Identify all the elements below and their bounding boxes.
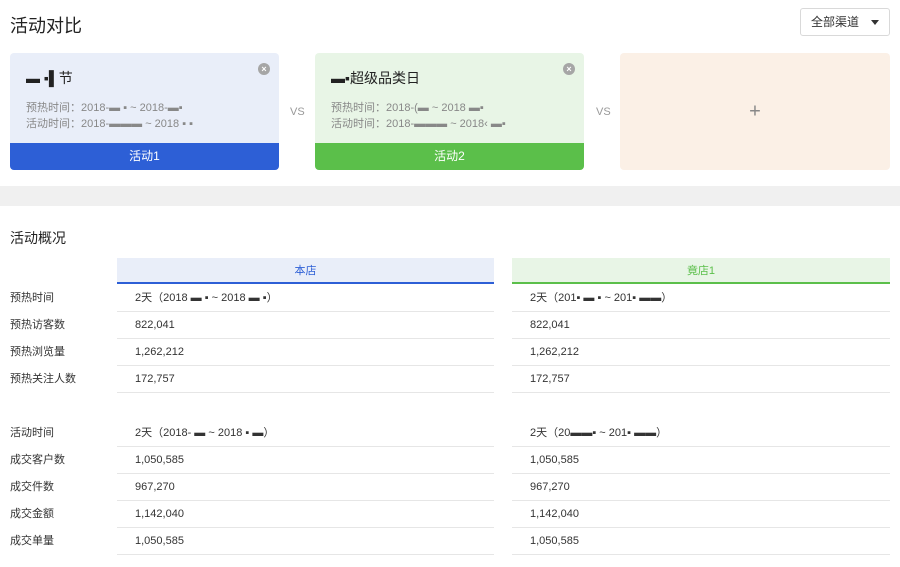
table-cell: 967,270 (512, 474, 890, 501)
column-header-competitor: 竟店1 (512, 258, 890, 284)
row-label: 预热关注人数 (10, 373, 76, 385)
column-header-own-store: 本店 (117, 258, 494, 284)
row-label: 预热浏览量 (10, 346, 65, 358)
activity-card-1[interactable]: ▬ ▪▌节 × 预热时间：2018-▬ ▪ ~ 2018-▬▪ 活动时间：201… (10, 53, 279, 170)
page-title: 活动对比 (10, 16, 82, 36)
activity-time: 活动时间：2018-▬▬▬ ~ 2018 ▪ ▪ (26, 118, 194, 130)
activity-name: ▬▪超级品类日 (331, 70, 420, 86)
section-divider (0, 186, 900, 206)
vs-label: VS (290, 106, 305, 118)
channel-select-value: 全部渠道 (811, 15, 860, 29)
activity-card-footer: 活动1 (10, 143, 279, 170)
table-cell: 1,262,212 (117, 339, 494, 366)
activity-name: ▬ ▪▌节 (26, 70, 73, 86)
row-label: 成交单量 (10, 535, 54, 547)
plus-icon: + (749, 100, 761, 122)
row-label: 预热访客数 (10, 319, 65, 331)
table-cell: 1,262,212 (512, 339, 890, 366)
row-label: 活动时间 (10, 427, 54, 439)
vs-label: VS (596, 106, 611, 118)
close-icon[interactable]: × (563, 63, 575, 75)
row-label: 成交客户数 (10, 454, 65, 466)
table-cell: 1,142,040 (512, 501, 890, 528)
row-label: 成交件数 (10, 481, 54, 493)
table-cell: 1,050,585 (512, 528, 890, 555)
table-cell: 967,270 (117, 474, 494, 501)
chevron-down-icon (871, 20, 879, 25)
row-label: 成交金额 (10, 508, 54, 520)
close-icon[interactable]: × (258, 63, 270, 75)
table-cell: 1,142,040 (117, 501, 494, 528)
section-title: 活动概况 (10, 230, 66, 246)
table-cell: 822,041 (117, 312, 494, 339)
activity-card-2[interactable]: ▬▪超级品类日 × 预热时间：2018-(▬ ~ 2018 ▬▪ 活动时间：20… (315, 53, 584, 170)
table-cell: 2天（201▪ ▬ ▪ ~ 201▪ ▬▬） (512, 285, 890, 312)
table-cell: 2天（2018 ▬ ▪ ~ 2018 ▬ ▪） (117, 285, 494, 312)
table-cell: 1,050,585 (117, 528, 494, 555)
activity-card-footer: 活动2 (315, 143, 584, 170)
table-cell: 2天（20▬▬▪ ~ 201▪ ▬▬） (512, 420, 890, 447)
add-activity-card[interactable]: + (620, 53, 890, 170)
table-cell: 1,050,585 (512, 447, 890, 474)
row-label: 预热时间 (10, 292, 54, 304)
preheat-time: 预热时间：2018-▬ ▪ ~ 2018-▬▪ (26, 102, 183, 114)
table-cell: 2天（2018- ▬ ~ 2018 ▪ ▬） (117, 420, 494, 447)
preheat-time: 预热时间：2018-(▬ ~ 2018 ▬▪ (331, 102, 484, 114)
channel-select[interactable]: 全部渠道 (800, 8, 890, 36)
activity-time: 活动时间：2018-▬▬▬ ~ 2018‹ ▬▪ (331, 118, 506, 130)
table-cell: 1,050,585 (117, 447, 494, 474)
table-cell: 172,757 (117, 366, 494, 393)
table-cell: 822,041 (512, 312, 890, 339)
table-cell: 172,757 (512, 366, 890, 393)
